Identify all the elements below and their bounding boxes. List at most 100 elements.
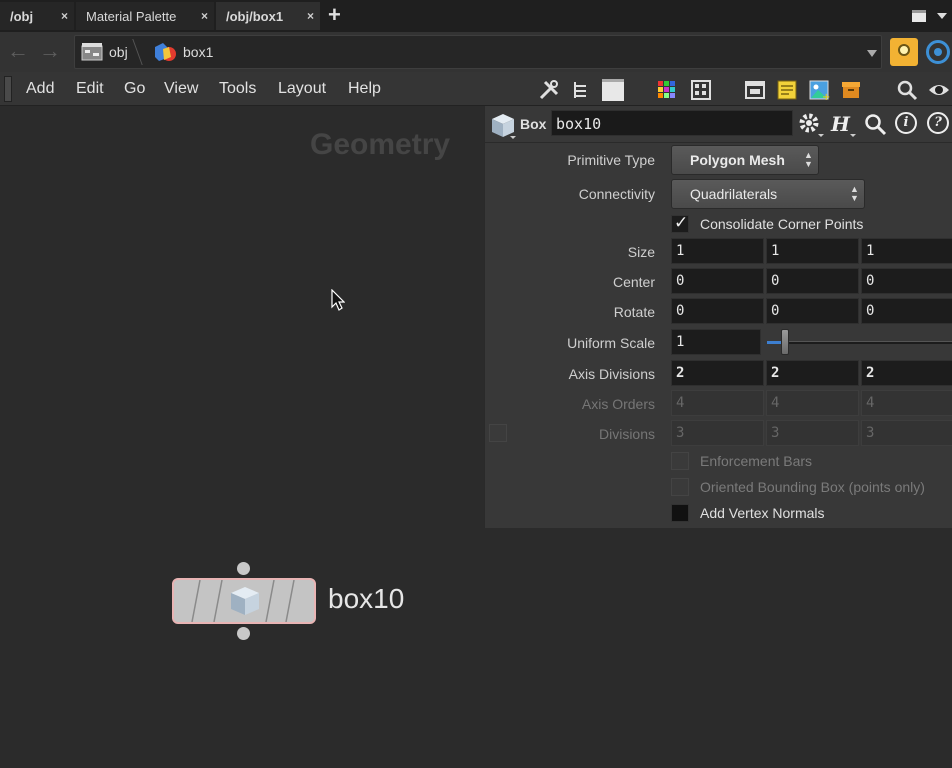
consolidate-checkbox[interactable]: ✓ <box>671 213 689 233</box>
add-tab-button[interactable]: + <box>328 2 341 28</box>
size-label: Size <box>627 244 655 260</box>
close-icon[interactable]: × <box>201 9 208 23</box>
enforcement-bars-label: Enforcement Bars <box>700 453 813 469</box>
link-icon[interactable] <box>926 40 950 64</box>
list-view-icon[interactable] <box>602 79 624 101</box>
tab-bar: /obj × Material Palette × /obj/box1 × + <box>0 0 952 32</box>
primitive-type-label: Primitive Type <box>567 152 655 168</box>
tools-icon[interactable] <box>538 79 560 101</box>
sticky-note-icon[interactable] <box>776 79 798 101</box>
oriented-bbox-label: Oriented Bounding Box (points only) <box>700 479 925 495</box>
axis-divisions-y-field[interactable]: 2 <box>766 360 859 386</box>
box-node-type-icon[interactable] <box>491 112 517 140</box>
menu-view[interactable]: View <box>164 80 198 98</box>
menu-edit[interactable]: Edit <box>76 80 104 98</box>
menu-bar: Add Edit Go View Tools Layout Help + <box>0 72 952 106</box>
parameter-panel: Box box10 H i ? Primitive Type Polygon M… <box>484 106 952 528</box>
rotate-y-field[interactable]: 0 <box>766 298 859 324</box>
updown-arrow-icon: ▲ ▼ <box>804 150 813 169</box>
connectivity-label: Connectivity <box>578 186 655 202</box>
tab-obj-box1[interactable]: /obj/box1 × <box>216 2 320 30</box>
size-z-field[interactable]: 1 <box>861 238 952 264</box>
tab-obj[interactable]: /obj × <box>0 2 74 30</box>
gear-icon[interactable] <box>797 111 825 139</box>
search-icon[interactable] <box>863 112 887 136</box>
search-icon[interactable] <box>896 79 918 101</box>
menu-layout[interactable]: Layout <box>278 80 326 98</box>
menu-handle[interactable] <box>4 76 12 102</box>
tab-material-palette[interactable]: Material Palette × <box>76 2 214 30</box>
mouse-cursor-icon <box>331 289 345 311</box>
menu-help[interactable]: Help <box>348 80 381 98</box>
uniform-scale-field[interactable]: 1 <box>671 329 761 355</box>
maximize-icon[interactable] <box>912 10 926 22</box>
size-y-field[interactable]: 1 <box>766 238 859 264</box>
path-dropdown-icon[interactable] <box>867 50 877 57</box>
center-label: Center <box>612 274 655 290</box>
asset-box-icon[interactable] <box>840 79 862 101</box>
breadcrumb-separator <box>132 39 143 65</box>
forward-arrow-icon[interactable]: → <box>38 40 62 64</box>
center-y-field[interactable]: 0 <box>766 268 859 294</box>
box-node[interactable] <box>172 578 316 624</box>
menu-add[interactable]: Add <box>26 80 54 98</box>
cube-icon <box>231 587 259 615</box>
oriented-bbox-checkbox <box>671 478 689 496</box>
network-editor[interactable]: Geometry <box>0 106 484 768</box>
eye-icon[interactable] <box>928 79 950 101</box>
center-z-field[interactable]: 0 <box>861 268 952 294</box>
background-image-icon[interactable]: + <box>808 79 830 101</box>
shapes-palette-icon[interactable] <box>690 79 712 101</box>
pin-icon[interactable] <box>890 38 918 66</box>
network-context-label: Geometry <box>310 128 451 161</box>
node-output-connector[interactable] <box>237 627 250 640</box>
primitive-type-value: Polygon Mesh <box>690 152 785 168</box>
svg-text:+: + <box>822 92 830 101</box>
divisions-z-field: 3 <box>861 420 952 446</box>
menu-go[interactable]: Go <box>124 80 145 98</box>
obj-network-icon <box>81 43 103 61</box>
path-field[interactable]: obj box1 <box>74 35 882 69</box>
node-input-connector[interactable] <box>237 562 250 575</box>
tree-view-icon[interactable] <box>570 79 592 101</box>
enforcement-bars-checkbox <box>671 452 689 470</box>
connectivity-value: Quadrilaterals <box>690 186 778 202</box>
network-box-icon[interactable] <box>744 79 766 101</box>
rotate-x-field[interactable]: 0 <box>671 298 764 324</box>
consolidate-label: Consolidate Corner Points <box>700 216 864 232</box>
houdini-help-icon[interactable]: H <box>829 111 857 139</box>
menu-tools[interactable]: Tools <box>219 80 256 98</box>
uniform-scale-slider-handle[interactable] <box>781 329 789 355</box>
vertex-normals-checkbox[interactable] <box>671 504 689 522</box>
updown-arrow-icon: ▲ ▼ <box>850 184 859 203</box>
uniform-scale-slider-track[interactable] <box>767 341 952 344</box>
connectivity-dropdown[interactable]: Quadrilaterals ▲ ▼ <box>671 179 865 209</box>
node-name-label[interactable]: box10 <box>328 583 404 615</box>
rotate-z-field[interactable]: 0 <box>861 298 952 324</box>
back-arrow-icon[interactable]: ← <box>6 40 30 64</box>
breadcrumb-box1[interactable]: box1 <box>183 44 213 60</box>
center-x-field[interactable]: 0 <box>671 268 764 294</box>
path-bar: ← → obj box1 <box>0 32 952 72</box>
axis-orders-x-field: 4 <box>671 390 764 416</box>
tab-label: /obj/box1 <box>226 8 284 24</box>
color-palette-icon[interactable] <box>656 79 678 101</box>
uniform-scale-label: Uniform Scale <box>567 335 655 351</box>
rotate-label: Rotate <box>613 304 655 320</box>
close-icon[interactable]: × <box>307 9 314 23</box>
help-icon[interactable]: ? <box>927 112 949 134</box>
node-name-field[interactable]: box10 <box>551 110 793 136</box>
dropdown-arrow-icon[interactable] <box>937 13 947 19</box>
network-editor-lower[interactable] <box>484 528 952 768</box>
axis-divisions-x-field[interactable]: 2 <box>671 360 764 386</box>
primitive-type-dropdown[interactable]: Polygon Mesh ▲ ▼ <box>671 145 819 175</box>
vertex-normals-label: Add Vertex Normals <box>700 505 825 521</box>
close-icon[interactable]: × <box>61 9 68 23</box>
svg-text:H: H <box>830 112 851 136</box>
info-icon[interactable]: i <box>895 112 917 134</box>
axis-divisions-z-field[interactable]: 2 <box>861 360 952 386</box>
geometry-node-icon <box>155 43 176 61</box>
breadcrumb-obj[interactable]: obj <box>109 44 128 60</box>
divisions-y-field: 3 <box>766 420 859 446</box>
size-x-field[interactable]: 1 <box>671 238 764 264</box>
